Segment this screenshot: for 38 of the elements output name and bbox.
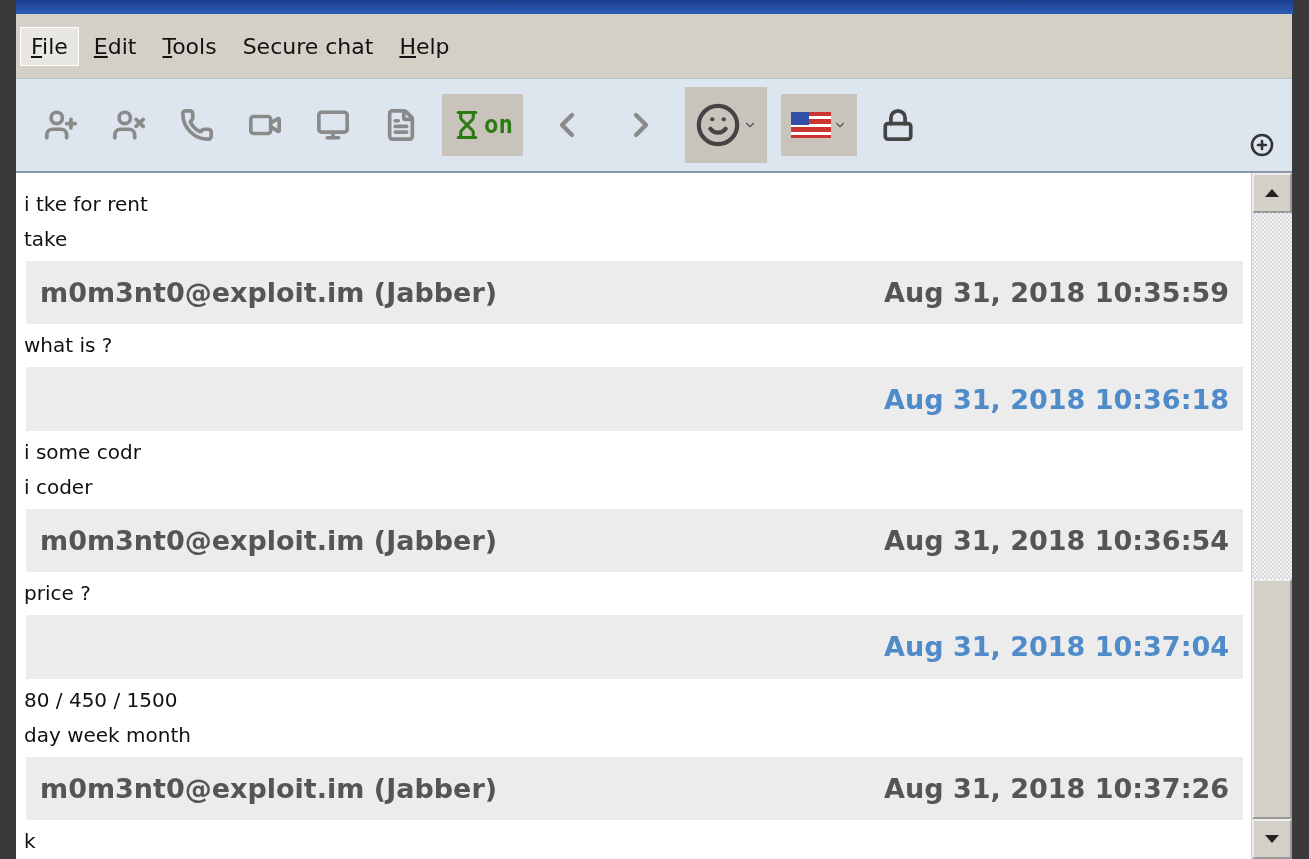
menu-item[interactable]: File	[20, 26, 79, 66]
message-text: price ?	[24, 580, 92, 608]
scroll-up-button[interactable]	[1252, 173, 1292, 213]
message-text: what is ?	[24, 332, 114, 360]
message-time: Aug 31, 2018 10:37:26	[884, 772, 1229, 804]
message-text: take	[24, 226, 69, 253]
menu-item[interactable]: Edit	[82, 26, 148, 66]
menu-item[interactable]: Tools	[151, 26, 228, 66]
message-time: Aug 31, 2018 10:36:54	[884, 525, 1229, 556]
message-text: i tke for rent	[24, 191, 149, 218]
message-text: i coder	[24, 473, 94, 501]
flag-icon	[790, 112, 831, 138]
message-text: day week month	[24, 721, 192, 749]
scroll-up-icon	[1265, 189, 1279, 197]
sender-name: m0m3nt0@exploit.im (Jabber)	[40, 277, 498, 309]
monitor-icon	[316, 108, 350, 142]
message-time: Aug 31, 2018 10:36:18	[884, 383, 1229, 415]
message-text: k	[24, 828, 37, 856]
sender-name: m0m3nt0@exploit.im (Jabber)	[40, 772, 498, 804]
message-text: i some codr	[24, 438, 142, 466]
scroll-down-icon	[1265, 835, 1279, 843]
remove-contact-icon	[112, 108, 146, 142]
message-time: Aug 31, 2018 10:35:59	[884, 277, 1229, 309]
scroll-down-button[interactable]	[1252, 819, 1292, 859]
menu-item[interactable]: Help	[388, 26, 461, 66]
language-button[interactable]	[780, 94, 857, 156]
add-icon[interactable]	[1250, 133, 1274, 157]
menu-item[interactable]: Secure chat	[231, 26, 385, 66]
message-time: Aug 31, 2018 10:37:04	[884, 631, 1229, 663]
smiley-icon	[694, 102, 741, 148]
phone-icon	[180, 108, 214, 142]
emoji-button[interactable]	[684, 87, 767, 163]
sender-name: m0m3nt0@exploit.im (Jabber)	[40, 525, 498, 556]
add-contact-icon	[44, 108, 78, 142]
message-text: 80 / 450 / 1500	[24, 686, 179, 714]
scrollbar[interactable]	[1251, 173, 1292, 859]
lock-icon	[880, 108, 915, 142]
scroll-thumb[interactable]	[1252, 579, 1292, 819]
